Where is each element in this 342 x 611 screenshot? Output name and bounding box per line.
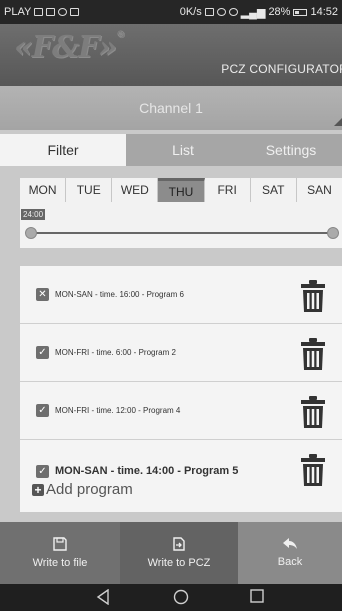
day-tue[interactable]: TUE [66, 178, 113, 202]
day-sat[interactable]: SAT [251, 178, 297, 202]
tab-settings[interactable]: Settings [240, 134, 342, 166]
mute-icon [228, 8, 238, 16]
gallery-icon [70, 8, 80, 16]
program-label: MON-FRI - time. 12:00 - Program 4 [55, 406, 181, 415]
checkbox[interactable]: ✓ [36, 346, 49, 359]
day-thu[interactable]: THU [158, 178, 205, 202]
export-icon [173, 537, 185, 551]
nav-back-icon[interactable] [96, 589, 110, 605]
channel-label: Channel 1 [139, 100, 203, 116]
trash-icon[interactable] [300, 337, 326, 371]
checkbox[interactable]: ✕ [36, 288, 49, 301]
dropdown-corner-icon [334, 118, 342, 126]
trash-icon[interactable] [300, 453, 326, 487]
write-to-pcz-button[interactable]: Write to PCZ [120, 522, 238, 584]
nav-recents-icon[interactable] [250, 589, 264, 603]
tab-bar: Filter List Settings [0, 134, 342, 166]
write-to-pcz-label: Write to PCZ [147, 557, 211, 569]
day-selector: MON TUE WED THU FRI SAT SAN [20, 178, 342, 202]
write-to-file-button[interactable]: Write to file [0, 522, 120, 584]
back-arrow-icon [283, 538, 297, 549]
checkbox[interactable]: ✓ [36, 464, 49, 478]
checkbox[interactable]: ✓ [36, 404, 49, 417]
save-icon [53, 537, 67, 551]
program-label: MON-SAN - time. 16:00 - Program 6 [55, 290, 184, 299]
battery-icon [293, 8, 308, 16]
carrier-label: PLAY [4, 6, 32, 18]
add-program-label: Add program [46, 481, 133, 498]
day-fri[interactable]: FRI [205, 178, 251, 202]
back-label: Back [277, 556, 303, 568]
list-item: ✓ MON-FRI - time. 12:00 - Program 4 [20, 382, 342, 440]
nfc-icon [204, 8, 214, 16]
signal-icon: ▂▄▆ [240, 6, 266, 19]
channel-selector[interactable]: Channel 1 [0, 86, 342, 130]
tab-list[interactable]: List [126, 134, 240, 166]
day-mon[interactable]: MON [20, 178, 67, 202]
add-program-button[interactable]: + Add program [32, 481, 133, 498]
slider-end-handle[interactable] [327, 227, 339, 239]
list-item: ✓ MON-FRI - time. 6:00 - Program 2 [20, 324, 342, 382]
slider-track[interactable] [30, 232, 335, 234]
trash-icon[interactable] [300, 395, 326, 429]
trash-icon[interactable] [300, 279, 326, 313]
nav-home-icon[interactable] [173, 589, 189, 605]
day-wed[interactable]: WED [112, 178, 159, 202]
net-speed: 0K/s [179, 6, 202, 18]
day-san[interactable]: SAN [297, 178, 342, 202]
status-bar: PLAY 0K/s ▂▄▆ 28% 14:52 [0, 0, 342, 24]
tab-filter[interactable]: Filter [0, 134, 126, 166]
list-item: ✕ MON-SAN - time. 16:00 - Program 6 [20, 266, 342, 324]
write-to-file-label: Write to file [32, 557, 88, 569]
whatsapp-icon [58, 8, 68, 16]
clock: 14:52 [310, 6, 338, 18]
program-label: MON-FRI - time. 6:00 - Program 2 [55, 348, 176, 357]
plus-icon: + [32, 483, 44, 496]
message-icon [34, 8, 44, 16]
brand-logo: «F&F»® [14, 30, 125, 65]
alarm-icon [216, 8, 226, 16]
system-nav-bar [0, 584, 342, 611]
app-header: «F&F»® PCZ CONFIGURATOR [0, 24, 342, 86]
time-range-slider: 24:00 [20, 202, 342, 248]
slider-start-handle[interactable] [25, 227, 37, 239]
time-label: 24:00 [21, 209, 46, 220]
program-label: MON-SAN - time. 14:00 - Program 5 [55, 465, 239, 477]
battery-level: 28% [268, 6, 291, 18]
action-bar: Write to file Write to PCZ Back [0, 522, 342, 584]
program-list: ✕ MON-SAN - time. 16:00 - Program 6 ✓ MO… [20, 266, 342, 512]
card-icon [46, 8, 56, 16]
back-button[interactable]: Back [238, 522, 342, 584]
app-title: PCZ CONFIGURATOR [221, 62, 342, 76]
